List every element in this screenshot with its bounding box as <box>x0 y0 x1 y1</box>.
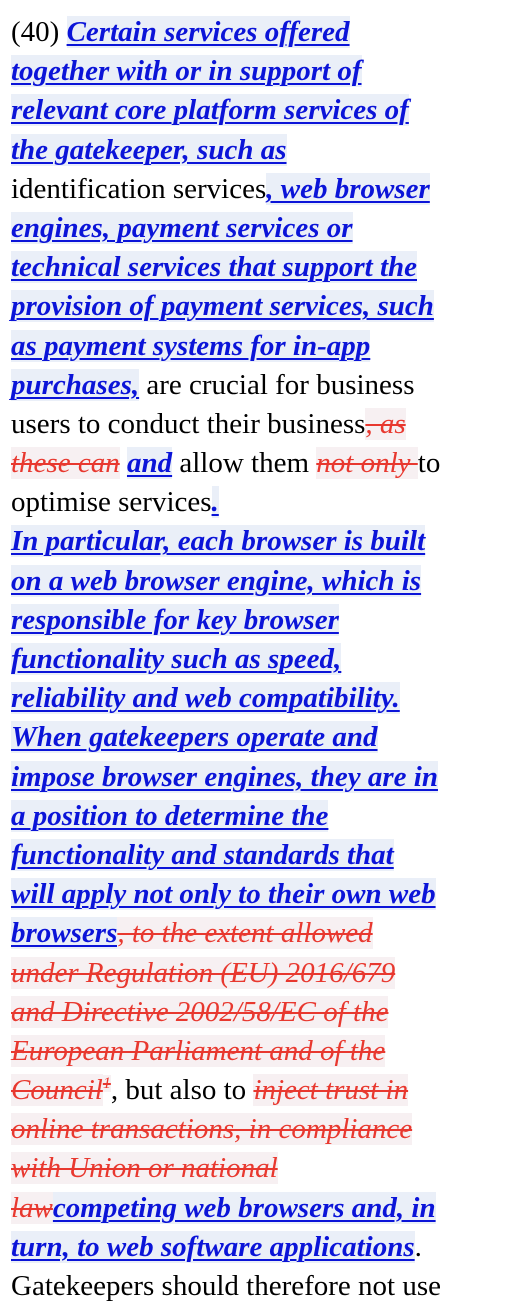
deleted-text: inject trust in <box>253 1074 409 1107</box>
text-line: identification services, web browser <box>11 170 512 209</box>
body-text: are crucial for business <box>139 368 415 401</box>
footnote-reference: 1 <box>102 1075 111 1093</box>
inserted-text: competing web browsers and, in <box>52 1191 436 1224</box>
deleted-text: with Union or national <box>11 1152 278 1185</box>
text-line: on a web browser engine, which is <box>11 562 512 601</box>
text-line: browsers, to the extent allowed <box>11 914 512 953</box>
text-line: online transactions, in compliance <box>11 1110 512 1149</box>
inserted-text: impose browser engines, they are in <box>11 760 438 793</box>
inserted-text: reliability and web compatibility. <box>11 682 400 715</box>
inserted-text: a position to determine the <box>11 799 329 832</box>
inserted-text: . <box>211 486 219 519</box>
text-line: In particular, each browser is built <box>11 522 512 561</box>
text-line: relevant core platform services of <box>11 91 512 130</box>
inserted-text: and <box>126 447 173 480</box>
text-line: When gatekeepers operate and <box>11 718 512 757</box>
deleted-text: Council <box>11 1074 103 1107</box>
body-text: , but also to <box>110 1074 254 1107</box>
inserted-text: on a web browser engine, which is <box>11 564 422 597</box>
text-line: the gatekeeper, such as <box>11 131 512 170</box>
inserted-text: technical services that support the <box>11 251 417 284</box>
deleted-text: these can <box>11 447 120 480</box>
body-text: users to conduct their business <box>11 407 366 440</box>
inserted-text: In particular, each browser is built <box>11 525 426 558</box>
deleted-text: European Parliament and of the <box>11 1034 386 1067</box>
inserted-text: relevant core platform services of <box>11 94 409 127</box>
deleted-text: under Regulation (EU) 2016/679 <box>11 956 396 989</box>
body-text: optimise services <box>11 486 212 519</box>
inserted-text: functionality such as speed, <box>11 643 342 675</box>
inserted-text: functionality and standards that <box>11 838 394 871</box>
deleted-text: , as <box>365 407 406 440</box>
body-text: . <box>414 1230 422 1263</box>
inserted-text: together with or in support of <box>11 55 362 88</box>
text-line: functionality and standards that <box>11 836 512 875</box>
text-line: and Directive 2002/58/EC of the <box>11 993 512 1032</box>
text-line: responsible for key browser <box>11 601 512 640</box>
inserted-text: will apply not only to their own web <box>11 878 436 911</box>
text-line: (40) Certain services offered <box>11 13 512 52</box>
text-line: with Union or national <box>11 1149 512 1188</box>
text-line: under Regulation (EU) 2016/679 <box>11 954 512 993</box>
recital-number: (40) <box>11 16 67 48</box>
inserted-text: When gatekeepers operate and <box>11 721 378 754</box>
body-text: allow them <box>172 447 317 480</box>
text-line: a position to determine the <box>11 797 512 836</box>
inserted-text: browsers <box>11 917 118 950</box>
text-line: together with or in support of <box>11 52 512 91</box>
inserted-text: purchases, <box>11 368 140 401</box>
text-line: functionality such as speed, <box>11 640 512 679</box>
text-line: provision of payment services, such <box>11 287 512 326</box>
deleted-text: online transactions, in compliance <box>11 1113 413 1146</box>
deleted-text: , to the extent allowed <box>117 917 373 950</box>
text-line: Gatekeepers should therefore not use <box>11 1267 512 1306</box>
text-line: users to conduct their business, as <box>11 405 512 444</box>
deleted-text: law <box>11 1191 53 1224</box>
body-text: Gatekeepers should therefore not use <box>11 1270 442 1302</box>
text-line: lawcompeting web browsers and, in <box>11 1189 512 1228</box>
deleted-text: not only <box>316 447 418 480</box>
text-line: impose browser engines, they are in <box>11 758 512 797</box>
text-line: these can and allow them not only to <box>11 444 512 483</box>
text-line: engines, payment services or <box>11 209 512 248</box>
deleted-text: and Directive 2002/58/EC of the <box>11 995 389 1028</box>
body-text: identification services <box>11 172 267 205</box>
text-line: turn, to web software applications. <box>11 1228 512 1267</box>
inserted-text: turn, to web software applications <box>11 1230 415 1263</box>
inserted-text: , web browser <box>266 172 430 205</box>
inserted-text: responsible for key browser <box>11 603 339 636</box>
inserted-text: engines, payment services or <box>11 211 353 244</box>
text-line: technical services that support the <box>11 248 512 287</box>
text-line: optimise services. <box>11 483 512 522</box>
document-page: (40) Certain services offered together wi… <box>0 0 520 1302</box>
text-line: as payment systems for in-app <box>11 327 512 366</box>
text-line: reliability and web compatibility. <box>11 679 512 718</box>
text-line: will apply not only to their own web <box>11 875 512 914</box>
text-line: Council1, but also to inject trust in <box>11 1071 512 1110</box>
inserted-text: the gatekeeper, such as <box>11 133 287 166</box>
inserted-text: Certain services offered <box>66 16 350 48</box>
text-line: purchases, are crucial for business <box>11 366 512 405</box>
body-text: to <box>417 447 441 480</box>
inserted-text: provision of payment services, such <box>11 290 434 323</box>
inserted-text: as payment systems for in-app <box>11 329 371 362</box>
body-text <box>120 447 127 479</box>
text-line: European Parliament and of the <box>11 1032 512 1071</box>
